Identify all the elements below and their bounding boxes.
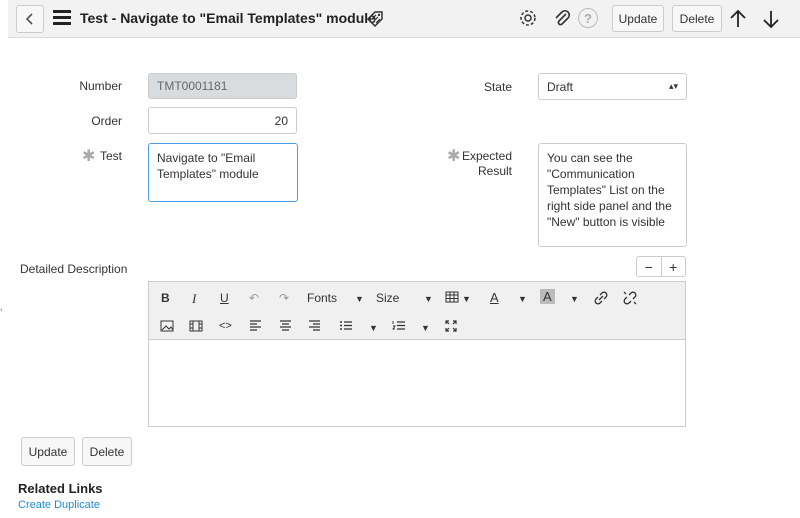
fonts-dropdown[interactable]: Fonts xyxy=(307,291,337,305)
table-icon[interactable] xyxy=(445,291,459,303)
italic-button[interactable]: I xyxy=(192,291,196,307)
editor-resize-controls: − + xyxy=(636,256,686,277)
fonts-caret-icon[interactable]: ▼ xyxy=(355,294,364,304)
table-caret-icon[interactable]: ▼ xyxy=(462,294,471,304)
state-label: State xyxy=(483,80,512,94)
hamburger-menu-icon[interactable] xyxy=(53,10,71,28)
unlink-icon[interactable] xyxy=(623,291,637,305)
align-center-icon[interactable] xyxy=(279,320,292,331)
background-color-caret-icon[interactable]: ▼ xyxy=(570,294,579,304)
size-caret-icon[interactable]: ▼ xyxy=(424,294,433,304)
code-view-icon[interactable]: <> xyxy=(219,320,232,332)
undo-icon[interactable]: ↶ xyxy=(249,291,259,305)
state-value: Draft xyxy=(547,79,574,94)
editor-content-area[interactable] xyxy=(149,341,685,426)
underline-button[interactable]: U xyxy=(220,291,229,305)
test-field[interactable]: Navigate to "Email Templates" module xyxy=(148,143,298,202)
numbered-list-caret-icon[interactable]: ▼ xyxy=(421,323,430,333)
delete-button[interactable]: Delete xyxy=(82,437,132,466)
fonts-label: Fonts xyxy=(307,291,338,305)
help-icon[interactable]: ? xyxy=(578,8,598,28)
font-color-button[interactable]: A xyxy=(490,290,499,305)
gear-icon[interactable] xyxy=(518,8,538,28)
paperclip-icon[interactable] xyxy=(552,8,572,28)
sidebar-toggle-icon[interactable]: ‹ xyxy=(0,305,4,314)
number-label: Number xyxy=(79,79,122,93)
shrink-editor-button[interactable]: − xyxy=(637,257,662,276)
align-right-icon[interactable] xyxy=(308,320,321,331)
arrow-down-icon[interactable] xyxy=(760,8,782,30)
background-color-button[interactable]: A xyxy=(540,289,555,304)
tag-icon[interactable] xyxy=(365,9,385,29)
order-field[interactable]: 20 xyxy=(148,107,297,134)
link-icon[interactable] xyxy=(594,291,608,305)
header-update-button[interactable]: Update xyxy=(612,5,664,32)
size-label: Size xyxy=(376,291,400,305)
font-color-caret-icon[interactable]: ▼ xyxy=(518,294,527,304)
editor-toolbar: B I U ↶ ↷ Fonts ▼ Size ▼ ▼ A ▼ A ▼ <> ▼ … xyxy=(149,282,685,340)
update-button[interactable]: Update xyxy=(21,437,75,466)
state-select[interactable]: Draft ▴▾ xyxy=(538,73,687,100)
order-label: Order xyxy=(91,114,122,128)
arrow-up-icon[interactable] xyxy=(727,8,749,30)
page-title: Test - Navigate to "Email Templates" mod… xyxy=(80,10,376,26)
test-label: Test xyxy=(99,149,122,163)
bold-button[interactable]: B xyxy=(161,291,170,305)
expected-result-field[interactable]: You can see the "Communication Templates… xyxy=(538,143,687,247)
back-button[interactable] xyxy=(16,5,44,33)
bullet-list-caret-icon[interactable]: ▼ xyxy=(369,323,378,333)
size-dropdown[interactable]: Size xyxy=(376,291,399,305)
required-star-icon: ✱ xyxy=(82,148,96,165)
rich-text-editor: B I U ↶ ↷ Fonts ▼ Size ▼ ▼ A ▼ A ▼ <> ▼ … xyxy=(148,281,686,427)
numbered-list-icon[interactable] xyxy=(392,320,406,331)
expand-editor-button[interactable]: + xyxy=(662,257,686,276)
expected-label: Expected xyxy=(461,149,512,163)
image-icon[interactable] xyxy=(160,320,174,332)
header-delete-button[interactable]: Delete xyxy=(672,5,722,32)
related-links-heading: Related Links xyxy=(18,481,103,496)
align-left-icon[interactable] xyxy=(249,320,262,331)
video-icon[interactable] xyxy=(189,320,203,332)
create-duplicate-link[interactable]: Create Duplicate xyxy=(18,499,100,511)
result-label: Result xyxy=(477,164,512,178)
fullscreen-icon[interactable] xyxy=(445,320,457,332)
bullet-list-icon[interactable] xyxy=(339,320,353,331)
chevron-left-icon xyxy=(25,13,33,25)
select-arrows-icon: ▴▾ xyxy=(668,81,678,91)
detailed-description-label: Detailed Description xyxy=(20,262,128,276)
number-field: TMT0001181 xyxy=(148,73,297,99)
redo-icon[interactable]: ↷ xyxy=(279,291,289,305)
